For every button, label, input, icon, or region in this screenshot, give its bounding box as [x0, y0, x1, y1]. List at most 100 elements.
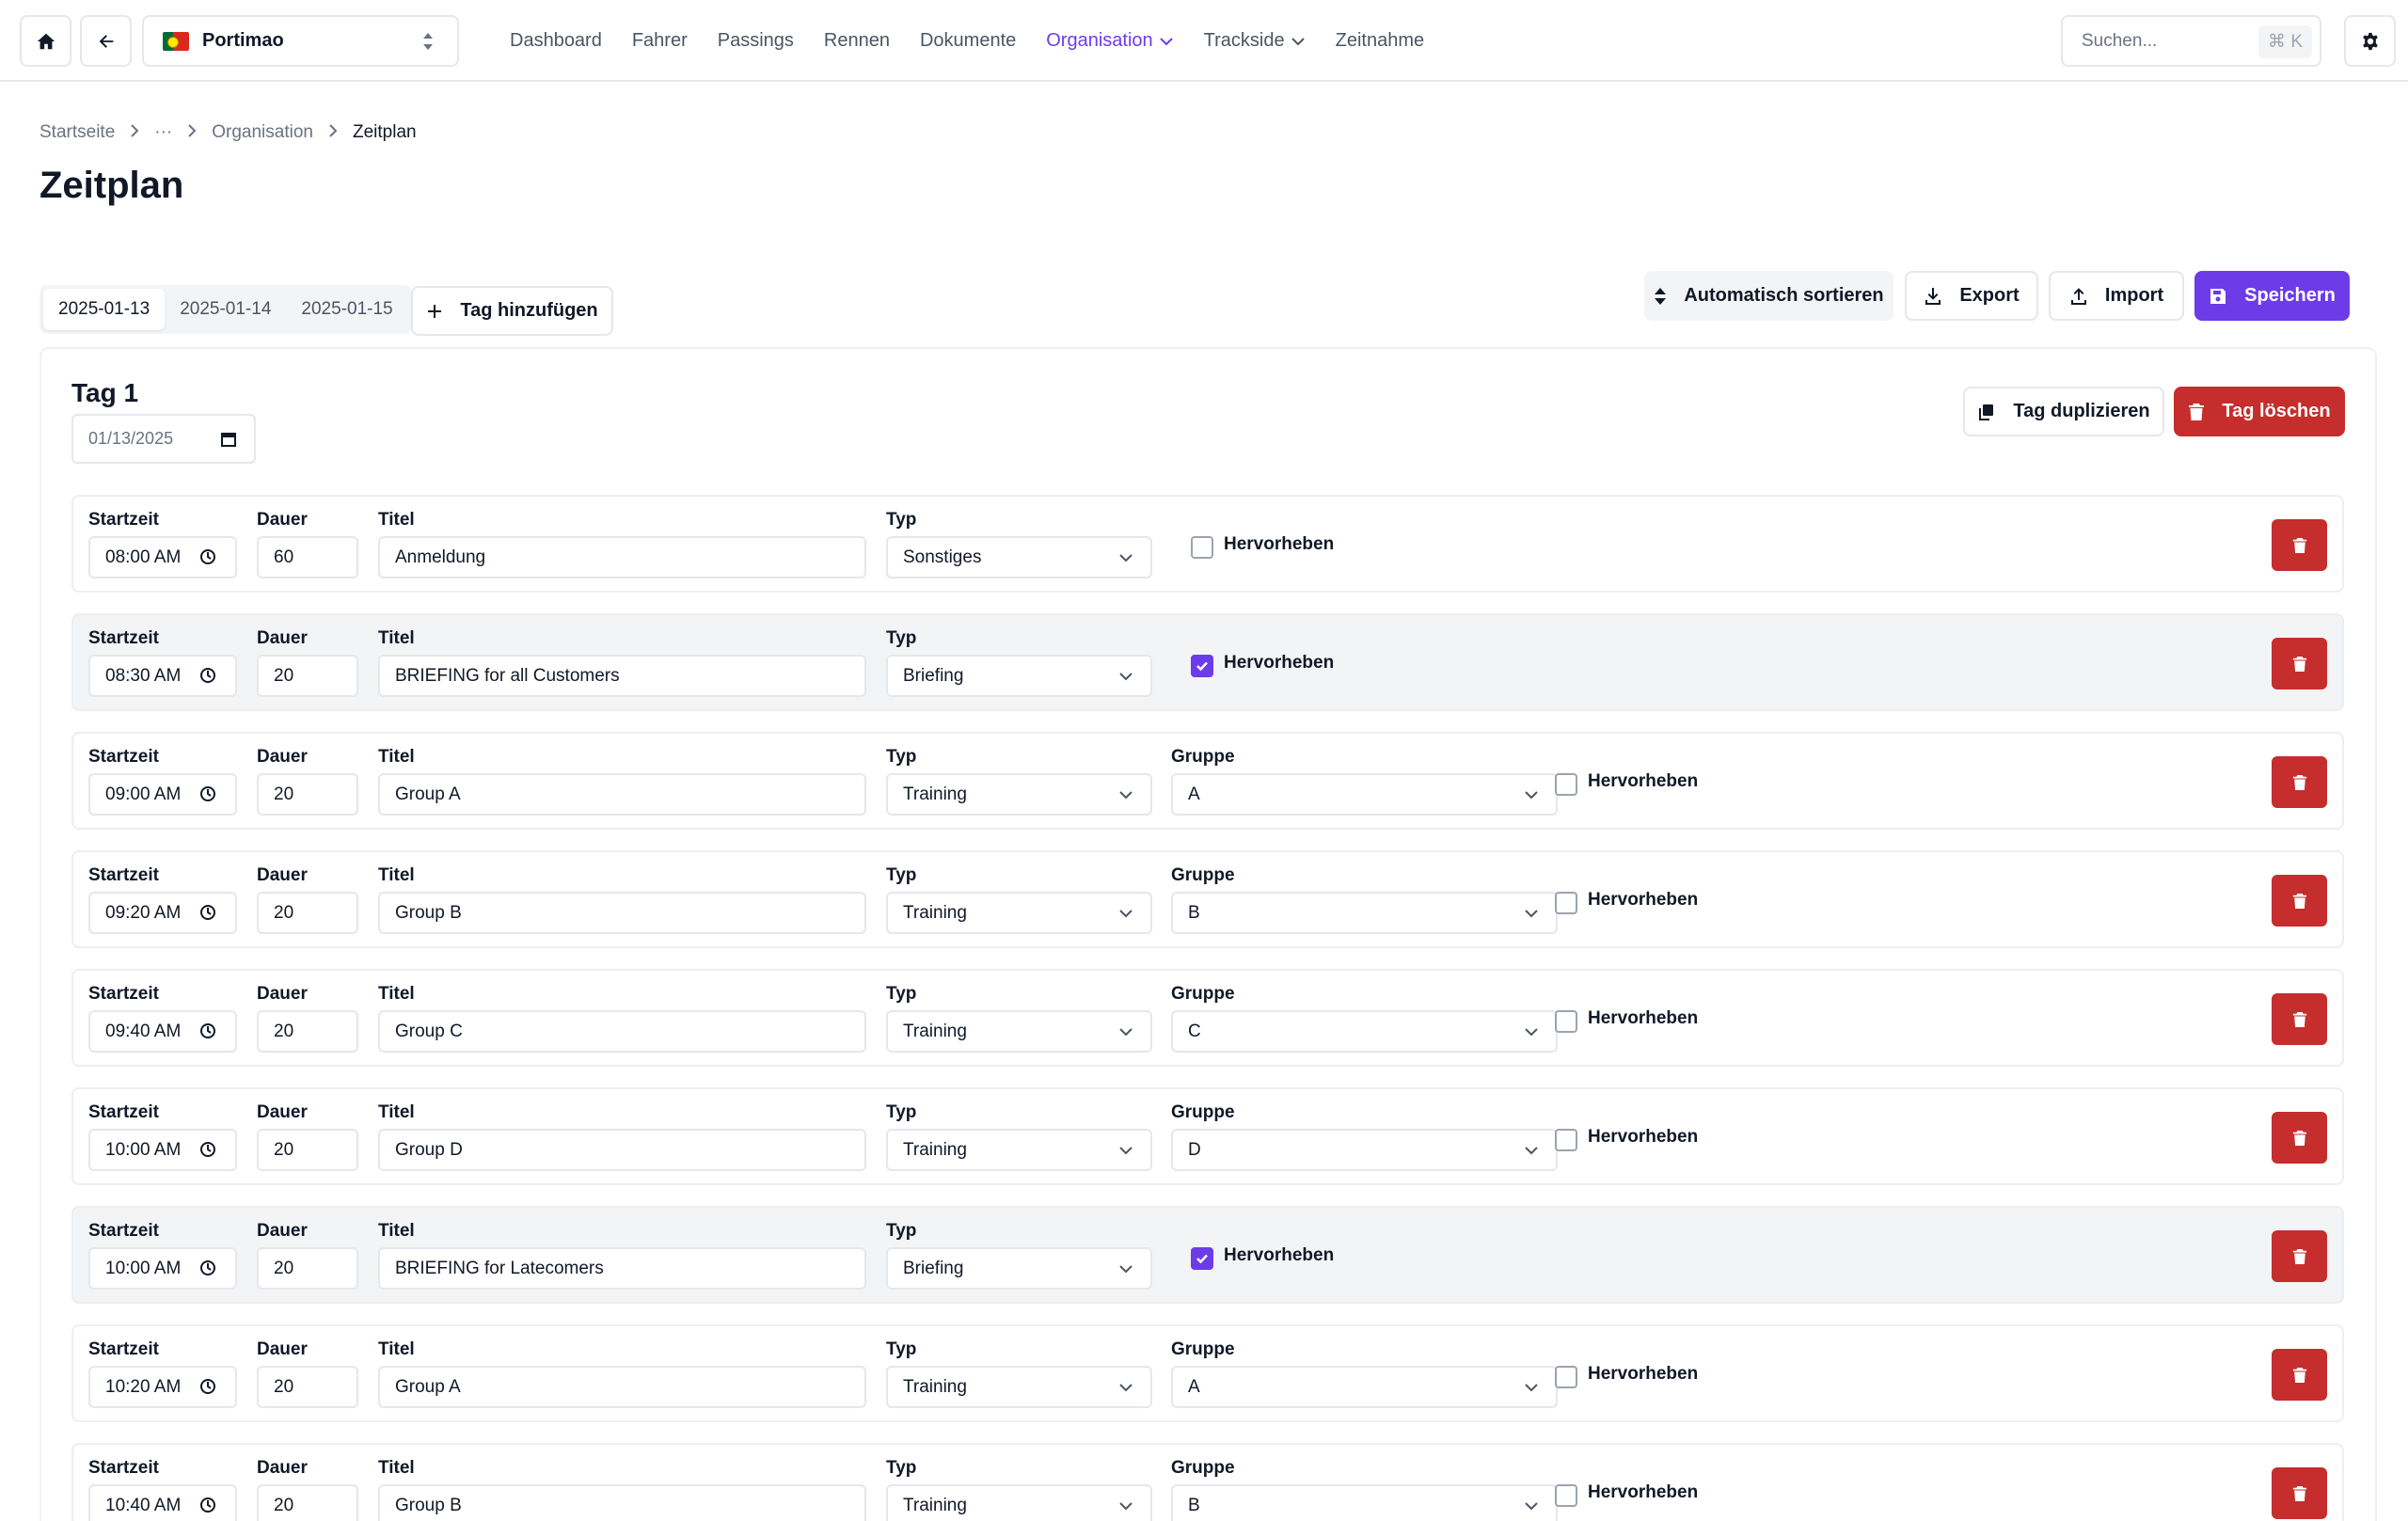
highlight-checkbox[interactable] — [1555, 1129, 1577, 1151]
type-select[interactable]: Training — [886, 1129, 1152, 1171]
delete-row-button[interactable] — [2272, 638, 2327, 689]
highlight-checkbox[interactable] — [1191, 536, 1213, 559]
nav-item-rennen[interactable]: Rennen — [824, 30, 890, 52]
duration-input[interactable]: 20 — [257, 1010, 358, 1053]
group-select[interactable]: B — [1171, 892, 1558, 934]
group-select[interactable]: A — [1171, 1366, 1558, 1408]
type-select[interactable]: Training — [886, 773, 1152, 816]
title-input[interactable]: BRIEFING for all Customers — [378, 655, 866, 697]
duration-input[interactable]: 20 — [257, 773, 358, 816]
highlight-checkbox[interactable] — [1191, 655, 1213, 677]
back-button[interactable] — [80, 15, 132, 67]
start-time-input[interactable]: 09:40 AM — [88, 1010, 237, 1053]
nav-item-organisation[interactable]: Organisation — [1046, 30, 1173, 52]
export-button[interactable]: Export — [1905, 271, 2038, 321]
nav-item-dokumente[interactable]: Dokumente — [920, 30, 1016, 52]
nav-item-zeitnahme[interactable]: Zeitnahme — [1336, 30, 1425, 52]
title-input[interactable]: Group C — [378, 1010, 866, 1053]
group-select[interactable]: B — [1171, 1484, 1558, 1521]
title-label: Titel — [378, 865, 415, 885]
delete-row-button[interactable] — [2272, 519, 2327, 571]
schedule-row: Startzeit Dauer Titel Typ 10:00 AM 20 BRIEFING… — [71, 1206, 2344, 1304]
highlight-checkbox[interactable] — [1555, 892, 1577, 914]
duration-input[interactable]: 60 — [257, 536, 358, 578]
title-input[interactable]: Group B — [378, 1484, 866, 1521]
group-select[interactable]: C — [1171, 1010, 1558, 1053]
title-input[interactable]: Anmeldung — [378, 536, 866, 578]
day-tab[interactable]: 2025-01-13 — [43, 289, 166, 330]
save-button[interactable]: Speichern — [2194, 271, 2350, 321]
clock-icon — [200, 1260, 215, 1275]
type-select[interactable]: Training — [886, 1366, 1152, 1408]
day-tab[interactable]: 2025-01-14 — [165, 289, 286, 330]
delete-day-button[interactable]: Tag löschen — [2174, 387, 2345, 436]
title-input[interactable]: Group B — [378, 892, 866, 934]
breadcrumb-link[interactable]: ··· — [154, 122, 172, 143]
breadcrumb-link[interactable]: Startseite — [40, 122, 115, 143]
highlight-checkbox[interactable] — [1191, 1247, 1213, 1270]
start-time-input[interactable]: 09:20 AM — [88, 892, 237, 934]
start-time-input[interactable]: 09:00 AM — [88, 773, 237, 816]
delete-row-button[interactable] — [2272, 756, 2327, 808]
title-label: Titel — [378, 510, 415, 530]
title-value: Group A — [395, 1376, 461, 1397]
delete-row-button[interactable] — [2272, 1112, 2327, 1164]
title-input[interactable]: BRIEFING for Latecomers — [378, 1247, 866, 1290]
duration-input[interactable]: 20 — [257, 1129, 358, 1171]
duration-input[interactable]: 20 — [257, 1366, 358, 1408]
day-tab[interactable]: 2025-01-15 — [286, 289, 407, 330]
nav-item-fahrer[interactable]: Fahrer — [632, 30, 688, 52]
duplicate-day-button[interactable]: Tag duplizieren — [1963, 387, 2164, 436]
start-time-input[interactable]: 10:40 AM — [88, 1484, 237, 1521]
home-button[interactable] — [20, 15, 71, 67]
breadcrumb-link[interactable]: Organisation — [212, 122, 313, 143]
delete-row-button[interactable] — [2272, 1349, 2327, 1401]
group-select[interactable]: A — [1171, 773, 1558, 816]
highlight-checkbox[interactable] — [1555, 1010, 1577, 1033]
group-value: C — [1188, 1021, 1201, 1041]
duration-input[interactable]: 20 — [257, 1247, 358, 1290]
group-label: Gruppe — [1171, 1458, 1235, 1478]
group-select[interactable]: D — [1171, 1129, 1558, 1171]
add-day-button[interactable]: Tag hinzufügen — [411, 286, 613, 336]
start-time-value: 10:00 AM — [105, 1139, 182, 1160]
nav-item-trackside[interactable]: Trackside — [1204, 30, 1306, 52]
trash-icon — [2292, 1011, 2306, 1027]
start-time-input[interactable]: 08:00 AM — [88, 536, 237, 578]
duration-input[interactable]: 20 — [257, 1484, 358, 1521]
start-time-input[interactable]: 08:30 AM — [88, 655, 237, 697]
duration-input[interactable]: 20 — [257, 655, 358, 697]
highlight-checkbox[interactable] — [1555, 1484, 1577, 1507]
highlight-checkbox[interactable] — [1555, 1366, 1577, 1388]
auto-sort-button[interactable]: Automatisch sortieren — [1644, 271, 1893, 321]
check-icon — [1196, 1254, 1208, 1264]
type-select[interactable]: Training — [886, 892, 1152, 934]
chevron-down-icon — [1119, 910, 1133, 918]
type-select[interactable]: Briefing — [886, 655, 1152, 697]
nav-item-dashboard[interactable]: Dashboard — [510, 30, 602, 52]
highlight-checkbox[interactable] — [1555, 773, 1577, 796]
chevron-down-icon — [1525, 1028, 1538, 1037]
start-time-input[interactable]: 10:20 AM — [88, 1366, 237, 1408]
track-select[interactable]: Portimao — [142, 15, 459, 67]
search-input[interactable]: Suchen... ⌘ K — [2061, 15, 2321, 67]
type-select[interactable]: Sonstiges — [886, 536, 1152, 578]
title-input[interactable]: Group A — [378, 773, 866, 816]
settings-button[interactable] — [2344, 15, 2396, 67]
start-time-input[interactable]: 10:00 AM — [88, 1129, 237, 1171]
chevron-down-icon — [1119, 1147, 1133, 1155]
delete-row-button[interactable] — [2272, 1467, 2327, 1519]
delete-row-button[interactable] — [2272, 993, 2327, 1045]
type-select[interactable]: Briefing — [886, 1247, 1152, 1290]
start-time-input[interactable]: 10:00 AM — [88, 1247, 237, 1290]
delete-row-button[interactable] — [2272, 1230, 2327, 1282]
nav-item-passings[interactable]: Passings — [718, 30, 794, 52]
duration-input[interactable]: 20 — [257, 892, 358, 934]
title-input[interactable]: Group D — [378, 1129, 866, 1171]
type-select[interactable]: Training — [886, 1010, 1152, 1053]
delete-row-button[interactable] — [2272, 875, 2327, 927]
day-date-input[interactable]: 01/13/2025 — [71, 414, 256, 464]
import-button[interactable]: Import — [2049, 271, 2184, 321]
type-select[interactable]: Training — [886, 1484, 1152, 1521]
title-input[interactable]: Group A — [378, 1366, 866, 1408]
